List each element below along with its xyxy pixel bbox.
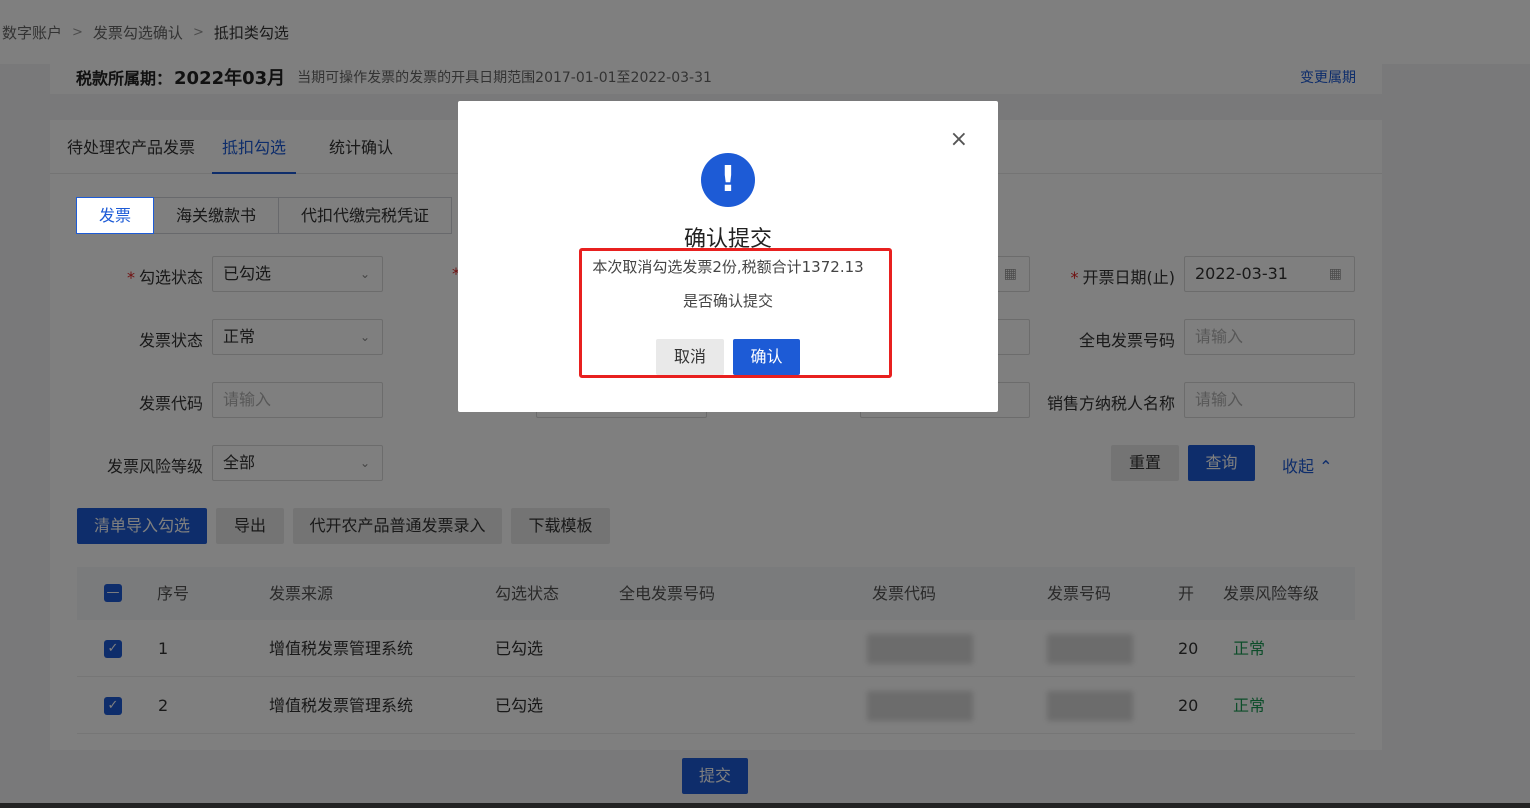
highlight-box xyxy=(579,248,892,378)
subtab-invoice[interactable]: 发票 xyxy=(76,197,155,234)
exclamation-icon: ! xyxy=(701,153,755,207)
close-icon[interactable]: × xyxy=(950,127,968,152)
